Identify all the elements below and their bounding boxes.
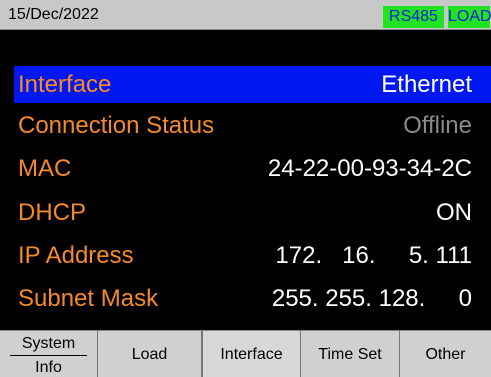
row-label: MAC: [18, 155, 72, 182]
row-value: ON: [436, 199, 472, 226]
row-ip-address[interactable]: IP Address 172. 16. 5. 111: [14, 237, 491, 274]
system-info-softkey[interactable]: System Info: [0, 331, 98, 377]
row-interface[interactable]: Interface Ethernet: [14, 66, 491, 103]
softkey-bar: System Info Load Interface Time Set Othe…: [0, 330, 491, 377]
softkey-label-top: System: [21, 335, 76, 352]
row-value: 255. 255. 128. 0: [271, 285, 472, 312]
date-display: 15/Dec/2022: [8, 6, 99, 23]
row-value: Ethernet: [381, 71, 472, 98]
row-value: 172. 16. 5. 111: [275, 242, 472, 269]
time-set-softkey[interactable]: Time Set: [301, 331, 400, 377]
load-badge: LOAD: [448, 6, 491, 28]
softkey-label: Other: [425, 346, 466, 363]
row-value: 24-22-00-93-34-2C: [267, 155, 472, 182]
softkey-label: Load: [131, 346, 168, 363]
row-mac[interactable]: MAC 24-22-00-93-34-2C: [14, 150, 491, 187]
row-label: Connection Status: [18, 112, 215, 139]
row-connection-status[interactable]: Connection Status Offline: [14, 107, 491, 144]
softkey-label: Interface: [220, 346, 283, 363]
row-label: DHCP: [18, 199, 87, 226]
row-dhcp[interactable]: DHCP ON: [14, 194, 491, 231]
rs485-badge: RS485: [383, 6, 444, 28]
row-label: Subnet Mask: [18, 285, 159, 312]
other-softkey[interactable]: Other: [400, 331, 491, 377]
row-label: Interface: [18, 71, 112, 98]
row-label: IP Address: [18, 242, 134, 269]
load-softkey[interactable]: Load: [98, 331, 202, 377]
softkey-label: Time Set: [318, 346, 382, 363]
softkey-divider: [10, 355, 87, 356]
row-subnet-mask[interactable]: Subnet Mask 255. 255. 128. 0: [14, 280, 491, 317]
row-value: Offline: [403, 112, 472, 139]
interface-softkey[interactable]: Interface: [202, 331, 301, 377]
status-bar: 15/Dec/2022 RS485 LOAD: [0, 0, 491, 30]
softkey-label-bottom: Info: [35, 359, 62, 376]
